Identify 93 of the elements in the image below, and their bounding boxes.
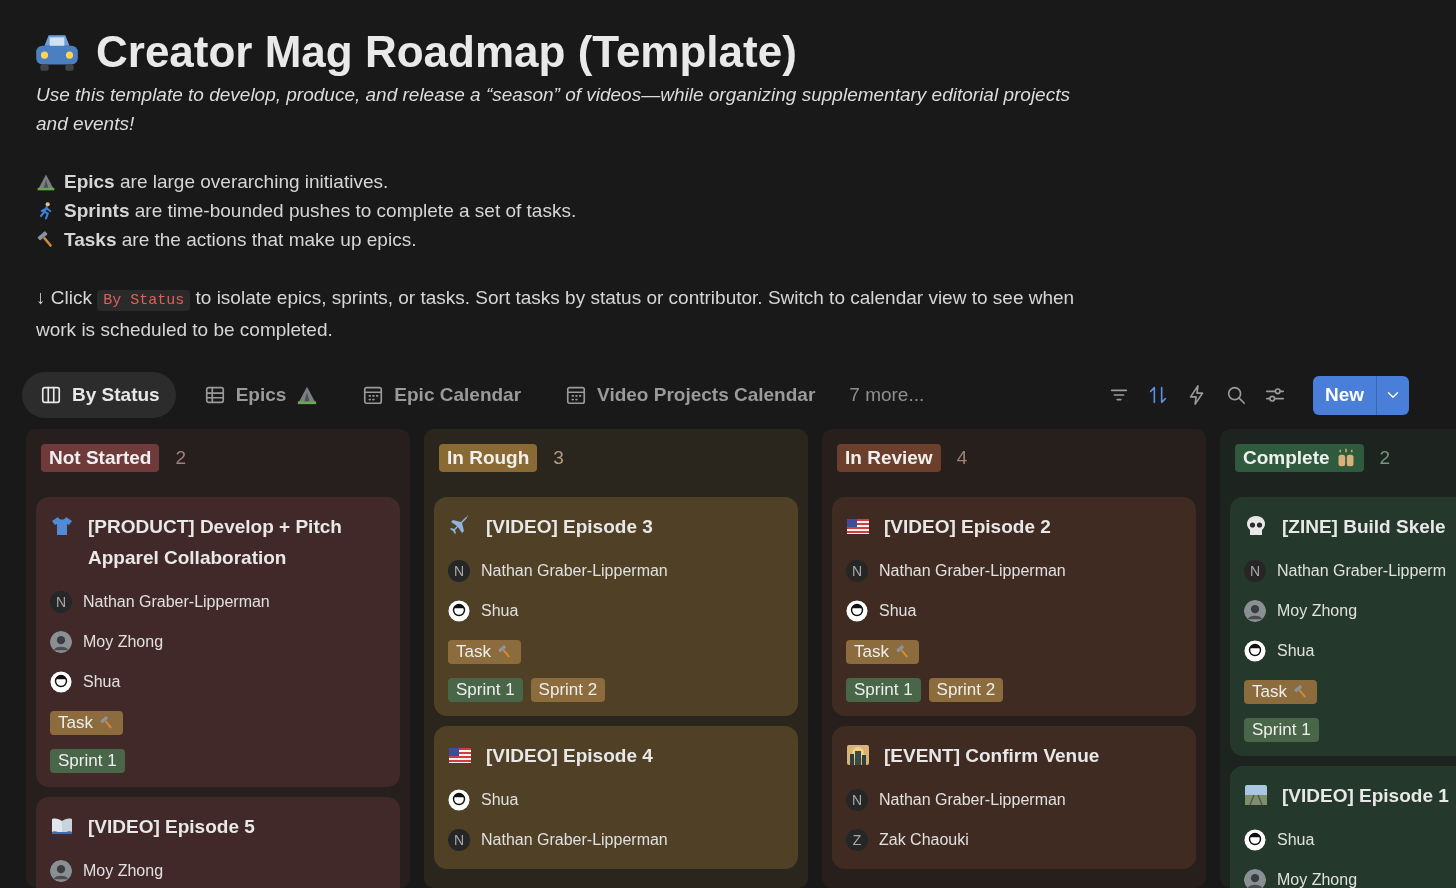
card-title: [VIDEO] Episode 1 — [1282, 784, 1449, 808]
person-name: Nathan Graber-Lipperman — [879, 791, 1066, 809]
sprint-tag: Sprint 1 — [846, 678, 921, 702]
type-tag: Task — [448, 640, 521, 664]
sprint-tag: Sprint 1 — [448, 678, 523, 702]
avatar — [1244, 829, 1266, 851]
view-tab[interactable]: By Status — [22, 372, 176, 418]
person-name: Moy Zhong — [83, 633, 164, 651]
avatar: N — [846, 789, 868, 811]
card-title: [ZINE] Build Skele — [1282, 515, 1446, 539]
more-views-link[interactable]: 7 more... — [841, 384, 933, 406]
person-name: Shua — [83, 673, 121, 691]
person-name: Nathan Graber-Lipperman — [481, 831, 668, 849]
card-title: [EVENT] Confirm Venue — [884, 744, 1100, 768]
sprint-tag: Sprint 1 — [50, 749, 125, 773]
person-name: Moy Zhong — [1277, 871, 1358, 888]
avatar: N — [448, 560, 470, 582]
status-label: Not Started — [41, 444, 160, 472]
card-title: [VIDEO] Episode 5 — [88, 815, 255, 839]
hammer-icon — [496, 644, 513, 660]
person-name: Shua — [879, 602, 917, 620]
person-name: Shua — [481, 791, 519, 809]
avatar: N — [448, 829, 470, 851]
view-tab[interactable]: Epic Calendar — [344, 372, 538, 418]
avatar — [50, 631, 72, 653]
person-name: Moy Zhong — [1277, 602, 1358, 620]
card-count: 4 — [956, 447, 968, 469]
city-icon — [846, 743, 870, 767]
hint-text: ↓ Click By Status to isolate epics, sprints, or tasks. Sort tasks by status or contributor. Switch to calendar view to see when work is scheduled to be completed. — [36, 286, 1076, 342]
new-button[interactable]: New — [1312, 375, 1376, 415]
status-label: Complete — [1235, 444, 1364, 472]
hammer-icon — [98, 715, 115, 731]
avatar: N — [1244, 560, 1266, 582]
railway-icon — [1244, 783, 1268, 807]
skull-icon — [1244, 514, 1268, 538]
person-name: Nathan Graber-Lipperm — [1277, 562, 1446, 580]
calendar-icon — [362, 384, 385, 406]
person-name: Shua — [481, 602, 519, 620]
sprint-tag: Sprint 1 — [1244, 718, 1319, 742]
sprint-tag: Sprint 2 — [530, 678, 606, 702]
avatar — [448, 600, 470, 622]
task-card[interactable]: [ZINE] Build Skele N Nathan Graber-Lipperm Moy Zhong Shua Task Sprint 1 — [1230, 497, 1456, 756]
avatar — [448, 789, 470, 811]
task-card[interactable]: [VIDEO] Episode 4 Shua N Nathan Graber-Lipperman — [434, 726, 798, 869]
new-dropdown-button[interactable] — [1376, 375, 1409, 415]
legend-text: Epics are large overarching initiatives. — [64, 170, 389, 194]
person-name: Zak Chaouki — [879, 831, 969, 849]
legend-text: Sprints are time-bounded pushes to complete a set of tasks. — [64, 199, 577, 223]
hammer-icon — [894, 644, 911, 660]
status-label: In Review — [837, 444, 941, 472]
person-name: Nathan Graber-Lipperman — [879, 562, 1066, 580]
board-icon — [40, 384, 62, 406]
task-card[interactable]: [VIDEO] Episode 2 N Nathan Graber-Lipperman Shua Task Sprint 1 Sprint 2 — [832, 497, 1196, 716]
card-title: [VIDEO] Episode 3 — [486, 515, 653, 539]
avatar — [1244, 640, 1266, 662]
legend-text: Tasks are the actions that make up epics. — [64, 228, 417, 252]
type-tag: Task — [50, 711, 123, 735]
task-card[interactable]: [VIDEO] Episode 3 N Nathan Graber-Lipperman Shua Task Sprint 1 Sprint 2 — [434, 497, 798, 716]
avatar: N — [846, 560, 868, 582]
intro-text: Use this template to develop, produce, and release a “season” of videos—while organizing supplementary editorial projects and events! — [36, 83, 1071, 136]
view-tab[interactable]: Video Projects Calendar — [547, 372, 832, 418]
avatar — [846, 600, 868, 622]
avatar — [1244, 869, 1266, 888]
type-tag: Task — [1244, 680, 1317, 704]
view-tab[interactable]: Epics — [185, 372, 335, 418]
calendar-icon — [565, 384, 588, 406]
person-name: Nathan Graber-Lipperman — [481, 562, 668, 580]
hammer-icon — [1292, 684, 1309, 700]
person-name: Shua — [1277, 831, 1315, 849]
avatar — [50, 671, 72, 693]
person-name: Nathan Graber-Lipperman — [83, 593, 270, 611]
task-card[interactable]: [PRODUCT] Develop + Pitch Apparel Collaboration N Nathan Graber-Lipperman Moy Zhong Shua Task Sprint 1 — [36, 497, 400, 787]
avatar: N — [50, 591, 72, 613]
page-title: Creator Mag Roadmap (Template) — [96, 26, 797, 78]
person-name: Moy Zhong — [83, 862, 164, 880]
person-name: Shua — [1277, 642, 1315, 660]
status-label: In Rough — [439, 444, 538, 472]
card-count: 2 — [175, 447, 186, 469]
task-card[interactable]: [EVENT] Confirm Venue N Nathan Graber-Lipperman Z Zak Chaouki — [832, 726, 1196, 869]
type-tag: Task — [846, 640, 919, 664]
sprint-tag: Sprint 2 — [928, 678, 1004, 702]
card-title: [VIDEO] Episode 2 — [884, 515, 1051, 539]
card-title: [PRODUCT] Develop + Pitch Apparel Collaboration — [88, 515, 343, 570]
card-count: 2 — [1379, 447, 1391, 469]
avatar — [1244, 600, 1266, 622]
card-count: 3 — [553, 447, 564, 469]
task-card[interactable]: [VIDEO] Episode 5 Moy Zhong — [36, 797, 400, 888]
card-title: [VIDEO] Episode 4 — [486, 744, 653, 768]
avatar: Z — [846, 829, 868, 851]
avatar — [50, 860, 72, 882]
task-card[interactable]: [VIDEO] Episode 1 Shua Moy Zhong — [1230, 766, 1456, 888]
shirt-icon — [50, 514, 74, 538]
table-icon — [203, 384, 226, 406]
